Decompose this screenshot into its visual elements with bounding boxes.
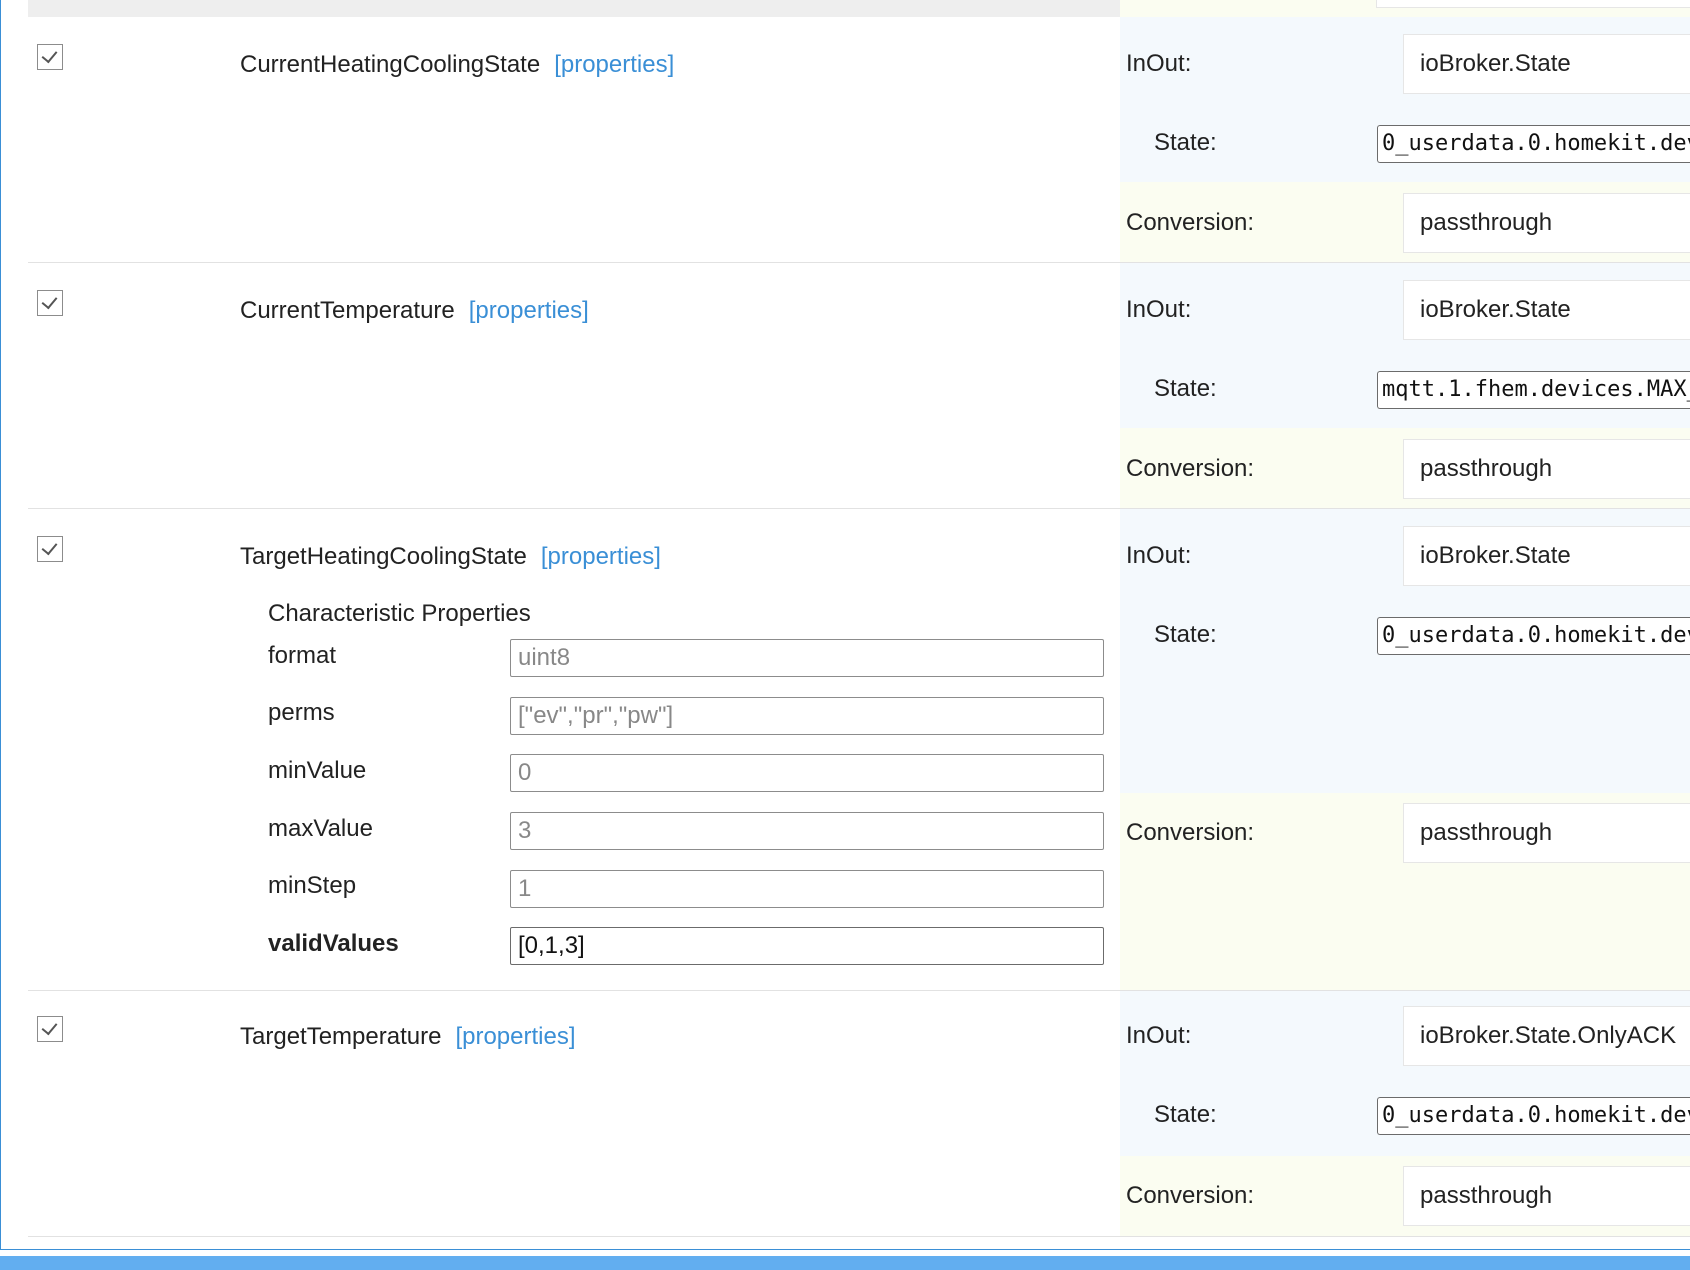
properties-link[interactable]: [properties] [554,51,674,78]
property-input-minvalue[interactable]: 0 [510,754,1104,792]
characteristic-row-target-heating-cooling-state: TargetHeatingCoolingState [properties] Ch… [28,509,1690,991]
property-input-format[interactable]: uint8 [510,639,1104,677]
characteristic-right-panel: InOut: ioBroker.State State: 0_userdata.… [1120,17,1690,262]
conversion-label: Conversion: [1126,819,1255,846]
state-input[interactable]: 0_userdata.0.homekit.devi [1377,125,1690,163]
characteristic-name: CurrentHeatingCoolingState [properties] [240,50,674,80]
enable-checkbox[interactable] [37,1016,63,1042]
property-input-minstep[interactable]: 1 [510,870,1104,908]
property-label-maxvalue: maxValue [268,815,373,842]
window-frame-left [0,0,1,1250]
state-label: State: [1154,375,1217,402]
characteristic-properties-title: Characteristic Properties [268,600,531,627]
conversion-select[interactable]: passthrough [1403,1166,1690,1226]
bottom-status-bar [0,1256,1690,1270]
conversion-select[interactable]: passthrough [1403,193,1690,253]
conversion-label: Conversion: [1126,209,1255,236]
conversion-select[interactable]: passthrough [1403,439,1690,499]
inout-select[interactable]: ioBroker.State [1403,34,1690,94]
characteristic-right-panel: InOut: ioBroker.State.OnlyACK State: 0_u… [1120,991,1690,1236]
characteristic-name-text: TargetHeatingCoolingState [240,543,527,570]
characteristic-name: TargetHeatingCoolingState [properties] [240,542,661,572]
inout-label: InOut: [1126,1022,1192,1049]
state-label: State: [1154,129,1217,156]
property-label-perms: perms [268,699,335,726]
inout-label: InOut: [1126,296,1192,323]
previous-row-strip [28,0,1120,18]
state-input[interactable]: mqtt.1.fhem.devices.MAX_0 [1377,371,1690,409]
characteristic-right-panel: InOut: ioBroker.State State: mqtt.1.fhem… [1120,263,1690,508]
previous-row-strip-right [1120,0,1690,17]
conversion-label: Conversion: [1126,1182,1255,1209]
property-input-perms[interactable]: ["ev","pr","pw"] [510,697,1104,735]
properties-link[interactable]: [properties] [455,1023,575,1050]
state-label: State: [1154,621,1217,648]
property-label-format: format [268,642,337,669]
characteristic-row-current-temperature: CurrentTemperature [properties] InOut: io… [28,263,1690,509]
property-input-validvalues[interactable]: [0,1,3] [510,927,1104,965]
properties-link[interactable]: [properties] [469,297,589,324]
characteristic-row-current-heating-cooling-state: CurrentHeatingCoolingState [properties] I… [28,17,1690,263]
enable-checkbox[interactable] [37,44,63,70]
state-input[interactable]: 0_userdata.0.homekit.devi [1377,617,1690,655]
characteristic-left-panel: TargetHeatingCoolingState [properties] Ch… [28,509,1120,990]
check-icon [41,292,58,310]
characteristic-name-text: TargetTemperature [240,1023,442,1050]
property-label-minvalue: minValue [268,757,367,784]
characteristic-left-panel: CurrentTemperature [properties] [28,263,1120,508]
check-icon [41,1018,58,1036]
state-input[interactable]: 0_userdata.0.homekit.devi [1377,1097,1690,1135]
characteristic-name-text: CurrentHeatingCoolingState [240,51,541,78]
characteristic-row-target-temperature: TargetTemperature [properties] InOut: ioB… [28,991,1690,1237]
inout-select[interactable]: ioBroker.State [1403,526,1690,586]
inout-select[interactable]: ioBroker.State [1403,280,1690,340]
property-label-minstep: minStep [268,872,357,899]
check-icon [41,46,58,64]
inout-label: InOut: [1126,542,1192,569]
characteristic-left-panel: TargetTemperature [properties] [28,991,1120,1236]
enable-checkbox[interactable] [37,290,63,316]
window-frame-bottom [0,1249,1690,1250]
conversion-select[interactable]: passthrough [1403,803,1690,863]
property-input-maxvalue[interactable]: 3 [510,812,1104,850]
characteristic-name: CurrentTemperature [properties] [240,296,589,326]
characteristic-name: TargetTemperature [properties] [240,1022,576,1052]
inout-select[interactable]: ioBroker.State.OnlyACK [1403,1006,1690,1066]
enable-checkbox[interactable] [37,536,63,562]
characteristic-right-panel: InOut: ioBroker.State State: 0_userdata.… [1120,509,1690,990]
state-label: State: [1154,1101,1217,1128]
inout-label: InOut: [1126,50,1192,77]
characteristic-left-panel: CurrentHeatingCoolingState [properties] [28,17,1120,262]
property-label-validvalues: validValues [268,930,399,957]
check-icon [41,538,58,556]
characteristic-name-text: CurrentTemperature [240,297,455,324]
properties-link[interactable]: [properties] [541,543,661,570]
conversion-label: Conversion: [1126,455,1255,482]
